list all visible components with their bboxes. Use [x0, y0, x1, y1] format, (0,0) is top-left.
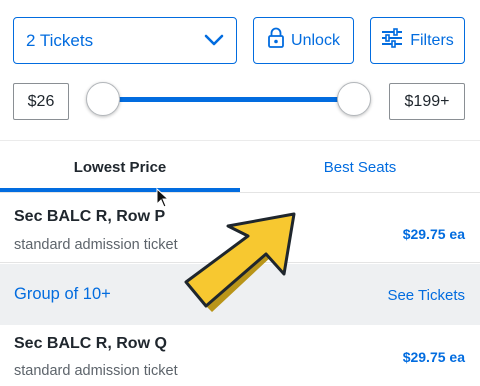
price-slider-max-handle[interactable] — [337, 82, 371, 116]
listing-section: Sec BALC R, Row P — [14, 208, 166, 225]
ticket-listing[interactable]: Sec BALC R, Row Q standard admission tic… — [0, 325, 480, 386]
price-slider-min-handle[interactable] — [86, 82, 120, 116]
listing-description: standard admission ticket — [14, 237, 178, 253]
sort-tab-bar: Lowest Price Best Seats — [0, 140, 480, 193]
filters-button[interactable]: Filters — [370, 17, 465, 64]
mouse-cursor-icon — [156, 188, 170, 208]
tab-lowest-price[interactable]: Lowest Price — [0, 141, 240, 194]
listing-price: $29.75 ea — [402, 226, 465, 242]
tab-best-seats[interactable]: Best Seats — [240, 141, 480, 194]
max-price-box: $199+ — [389, 83, 465, 120]
unlock-button[interactable]: Unlock — [253, 17, 354, 64]
ticket-quantity-value: 2 Tickets — [26, 30, 94, 50]
chevron-down-icon — [204, 31, 224, 51]
listing-section: Sec BALC R, Row Q — [14, 335, 167, 352]
listing-price: $29.75 ea — [402, 349, 465, 365]
sliders-icon — [381, 28, 403, 53]
ticket-quantity-select[interactable]: 2 Tickets — [13, 17, 237, 64]
min-price-box: $26 — [13, 83, 69, 120]
tab-best-seats-label: Best Seats — [323, 159, 397, 176]
group-label: Group of 10+ — [14, 285, 111, 303]
listing-description: standard admission ticket — [14, 363, 178, 379]
lock-icon — [267, 27, 285, 54]
yellow-arrow-icon — [184, 212, 296, 312]
see-tickets-link[interactable]: See Tickets — [387, 287, 465, 304]
tab-lowest-price-label: Lowest Price — [73, 159, 167, 176]
price-slider-track[interactable] — [104, 97, 354, 102]
max-price-label: $199+ — [404, 92, 450, 110]
filters-label: Filters — [410, 31, 454, 49]
unlock-label: Unlock — [291, 31, 340, 49]
min-price-label: $26 — [27, 92, 55, 110]
